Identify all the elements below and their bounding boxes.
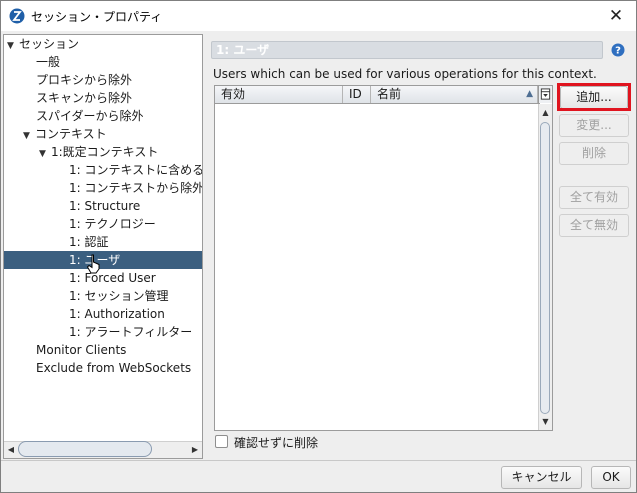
expand-caret-icon[interactable]: ▼ (39, 145, 51, 163)
scroll-left-icon[interactable]: ◀ (5, 441, 17, 458)
column-header-enabled[interactable]: 有効 (215, 86, 343, 103)
confirm-remove-checkbox[interactable] (215, 435, 228, 448)
sort-ascending-icon: ▲ (526, 89, 533, 99)
remove-button[interactable]: 削除 (559, 142, 629, 165)
users-table[interactable] (214, 85, 553, 431)
window-title: セッション・プロパティ (31, 10, 163, 24)
tree-item-spider-exclude[interactable]: スパイダーから除外 (36, 107, 144, 125)
expand-caret-icon[interactable]: ▼ (7, 37, 19, 55)
tree-item-contexts[interactable]: ▼ コンテキスト (23, 125, 107, 143)
add-button-highlight (557, 83, 631, 111)
tree-item-proxy-exclude[interactable]: プロキシから除外 (36, 71, 132, 89)
expand-caret-icon[interactable]: ▼ (23, 127, 35, 145)
tree-item-forced-user[interactable]: 1: Forced User (69, 269, 156, 287)
column-header-name[interactable]: 名前 ▲ (371, 86, 538, 103)
tree-item-session-management[interactable]: 1: セッション管理 (69, 287, 169, 305)
scroll-right-icon[interactable]: ▶ (189, 441, 201, 458)
tree-item-authentication[interactable]: 1: 認証 (69, 233, 109, 251)
settings-tree: ▼ セッション 一般 プロキシから除外 スキャンから除外 スパイダーから除外 ▼ コ… (3, 34, 203, 459)
ok-button[interactable]: OK (591, 466, 631, 489)
modify-button[interactable]: 変更... (559, 114, 629, 137)
tree-item-default-context[interactable]: ▼ 1:既定コンテキスト (39, 143, 158, 161)
app-icon (9, 8, 25, 24)
tree-item-alert-filters[interactable]: 1: アラートフィルター (69, 323, 192, 341)
disable-all-button[interactable]: 全て無効 (559, 214, 629, 237)
panel-title: 1: ユーザ (211, 41, 603, 59)
table-scroll-thumb[interactable] (540, 122, 550, 414)
tree-scroll-thumb[interactable] (18, 441, 152, 457)
tree-item-structure[interactable]: 1: Structure (69, 197, 140, 215)
help-icon[interactable]: ? (611, 43, 625, 57)
tree-item-session[interactable]: ▼ セッション (7, 35, 199, 53)
scroll-up-icon[interactable]: ▲ (539, 104, 552, 121)
svg-text:?: ? (615, 46, 621, 57)
scroll-down-icon[interactable]: ▼ (539, 413, 552, 430)
tree-item-monitor-clients[interactable]: Monitor Clients (36, 341, 126, 359)
tree-item-authorization[interactable]: 1: Authorization (69, 305, 165, 323)
confirm-remove-label: 確認せずに削除 (234, 436, 319, 450)
column-header-id[interactable]: ID (343, 86, 371, 103)
tree-item-technology[interactable]: 1: テクノロジー (69, 215, 156, 233)
cancel-button[interactable]: キャンセル (501, 466, 582, 489)
column-name-label: 名前 (377, 87, 402, 101)
footer-divider (1, 460, 636, 461)
tree-item-general[interactable]: 一般 (36, 53, 60, 71)
tree-item-include-in-context[interactable]: 1: コンテキストに含める (69, 161, 202, 179)
enable-all-button[interactable]: 全て有効 (559, 186, 629, 209)
mouse-cursor-icon (86, 254, 100, 274)
tree-item-scan-exclude[interactable]: スキャンから除外 (36, 89, 132, 107)
panel-description: Users which can be used for various oper… (213, 67, 597, 81)
tree-item-users[interactable]: 1: ユーザ (4, 251, 202, 269)
tree-item-exclude-from-context[interactable]: 1: コンテキストから除外 (69, 179, 202, 197)
tree-item-exclude-websockets[interactable]: Exclude from WebSockets (36, 359, 191, 377)
column-chooser-icon[interactable] (538, 86, 552, 103)
close-icon[interactable]: ✕ (606, 7, 626, 25)
